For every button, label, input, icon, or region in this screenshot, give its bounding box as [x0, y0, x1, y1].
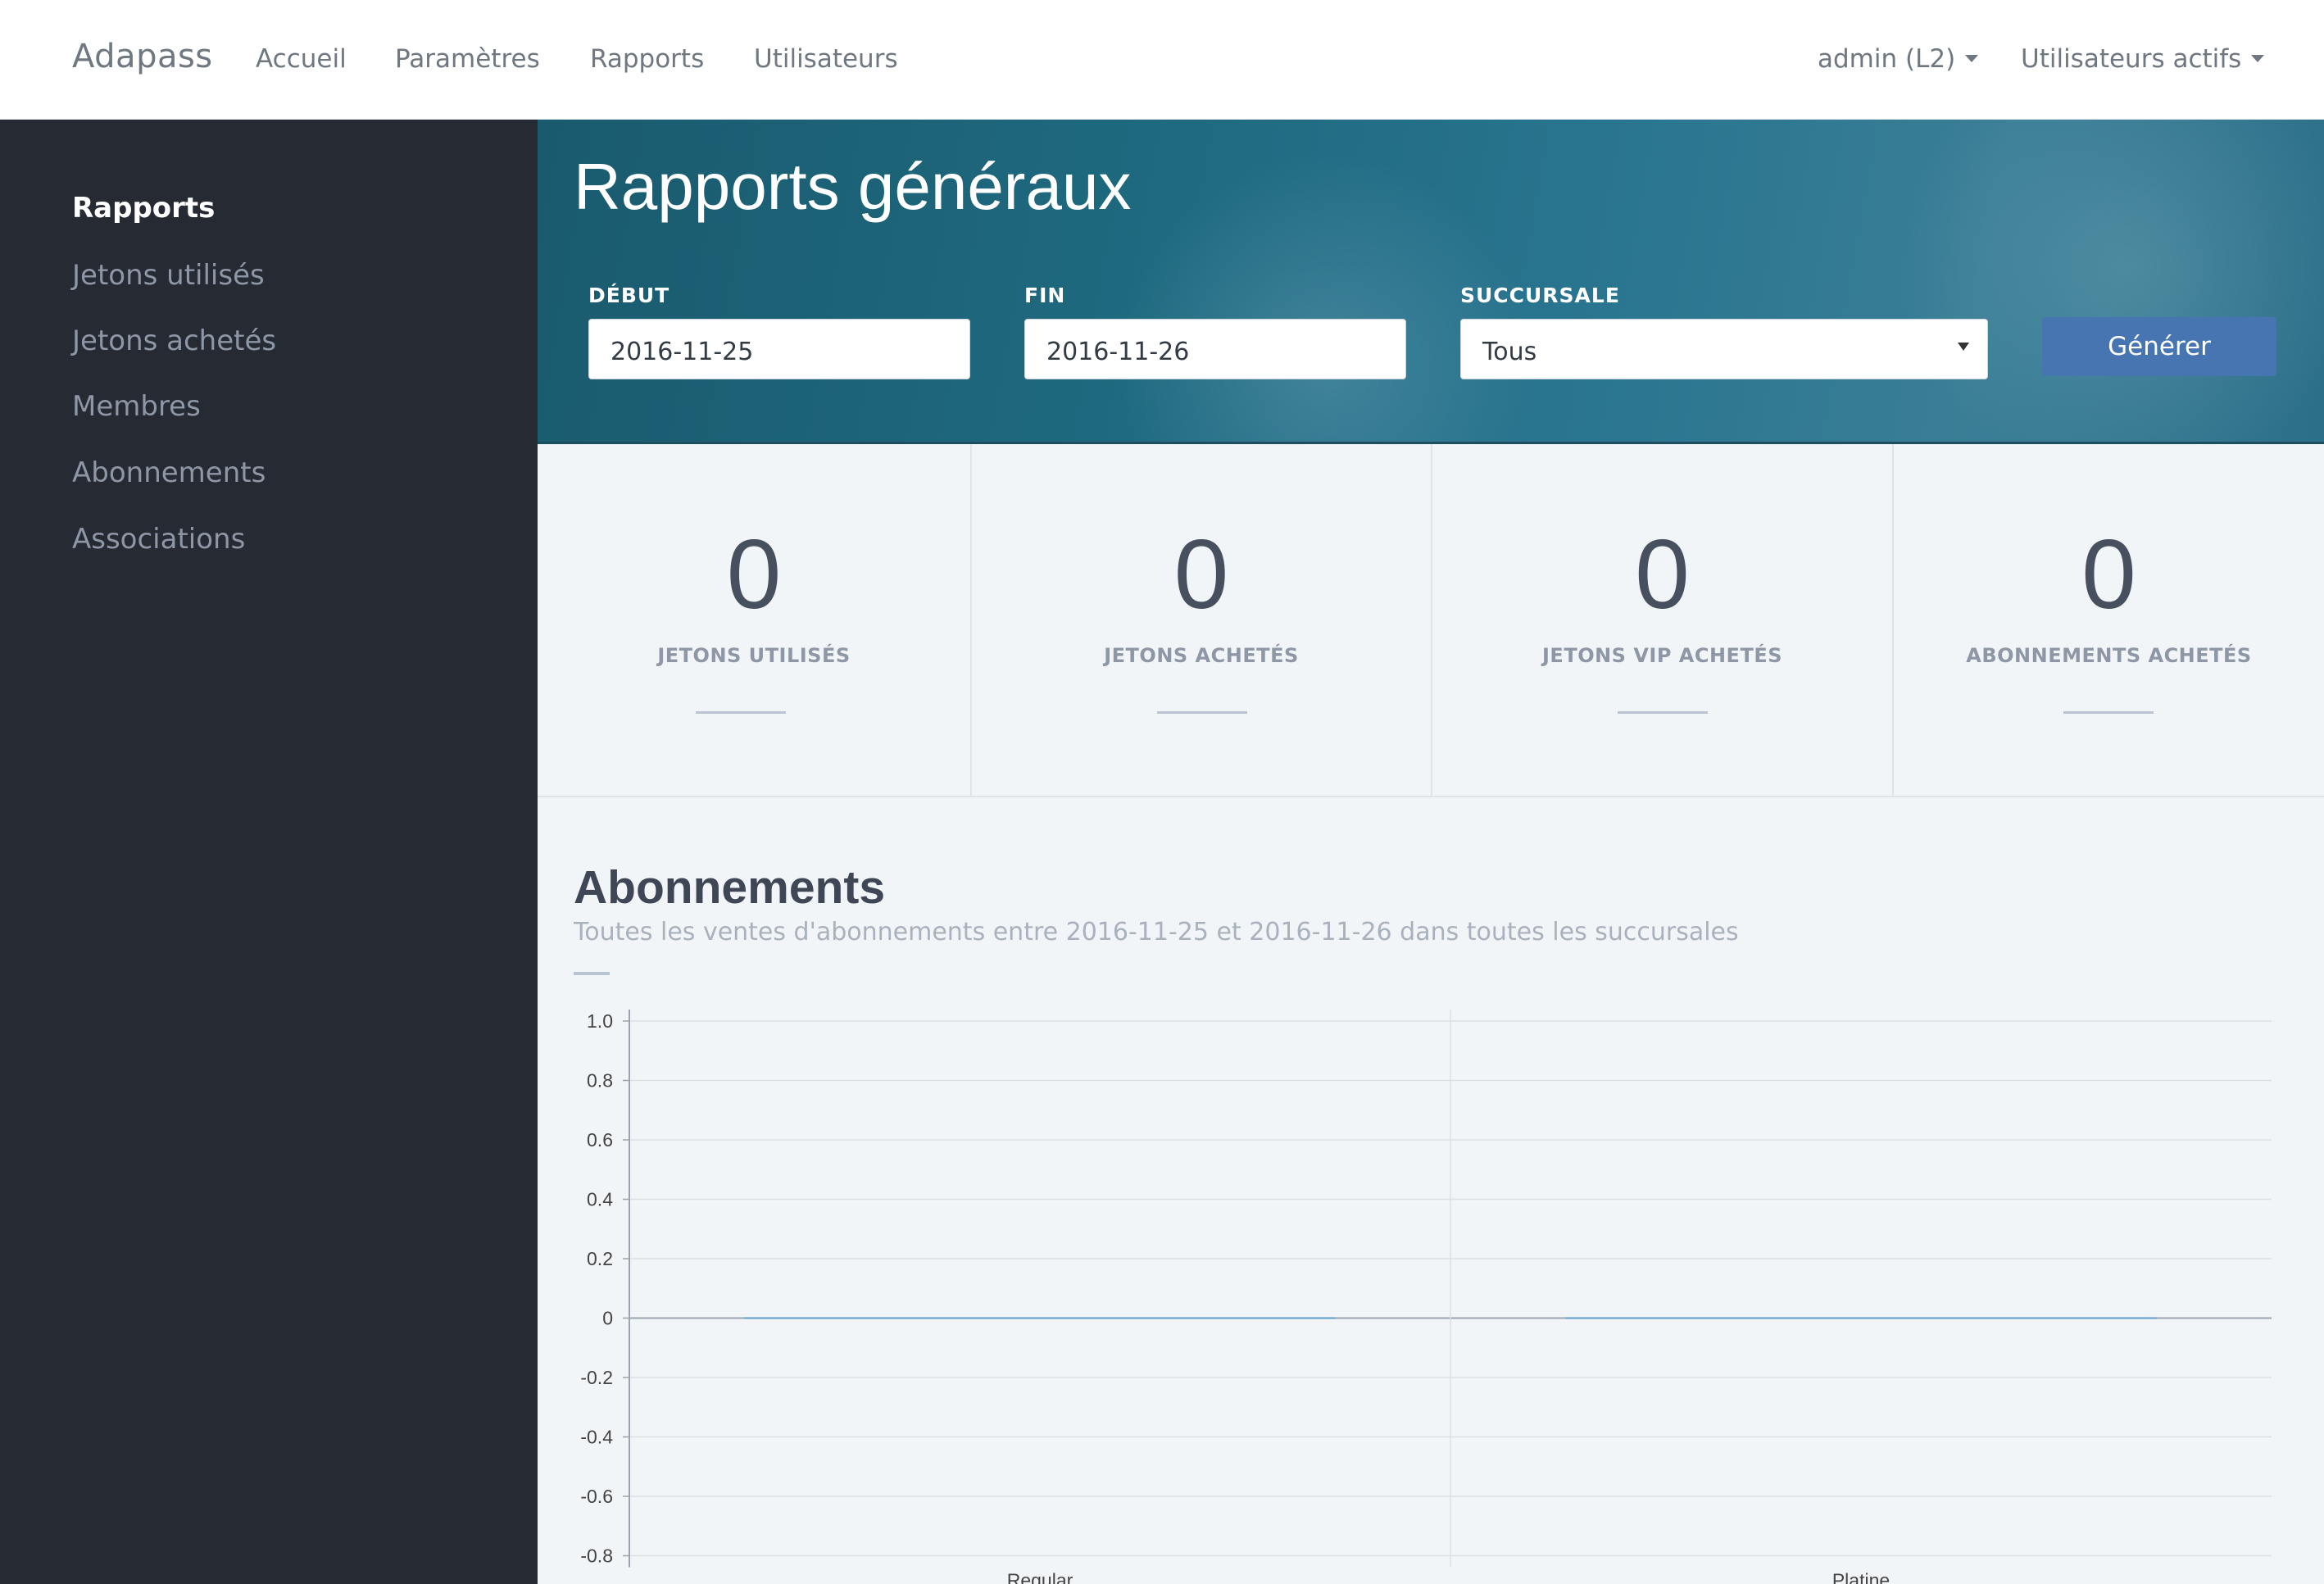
y-tick-label: -0.6: [580, 1486, 613, 1507]
generate-button[interactable]: Générer: [2042, 317, 2276, 376]
end-date-input[interactable]: 2016-11-26: [1024, 319, 1406, 379]
y-tick-label: 0.4: [587, 1189, 613, 1210]
select-arrow-icon: [1958, 343, 1969, 351]
sidebar-item-membres[interactable]: Membres: [72, 390, 201, 423]
sidebar-item-jetons-achetes[interactable]: Jetons achetés: [72, 325, 276, 357]
stat-value: 0: [1173, 520, 1229, 629]
stat-label: JETONS ACHETÉS: [1104, 644, 1299, 667]
nav-item-utilisateurs[interactable]: Utilisateurs: [754, 44, 898, 74]
y-tick-label: 1.0: [587, 1010, 613, 1032]
nav-item-accueil[interactable]: Accueil: [256, 44, 347, 74]
x-tick-label: Regular: [1007, 1570, 1073, 1584]
bar-platine: [1565, 1317, 2157, 1319]
page-title: Rapports généraux: [574, 150, 1132, 223]
stat-label: JETONS VIP ACHETÉS: [1542, 644, 1782, 667]
y-tick-label: -0.8: [580, 1545, 613, 1567]
start-date-label: DÉBUT: [588, 284, 670, 307]
sidebar: Rapports Jetons utilisés Jetons achetés …: [0, 120, 538, 1584]
nav-item-rapports[interactable]: Rapports: [590, 44, 704, 74]
active-users-label: Utilisateurs actifs: [2021, 44, 2242, 74]
start-date-input[interactable]: 2016-11-25: [588, 319, 970, 379]
y-tick-label: -0.2: [580, 1367, 613, 1388]
section-divider: [574, 972, 610, 975]
nav-item-parametres[interactable]: Paramètres: [395, 44, 540, 74]
subscriptions-bar-chart: 1.0 0.8 0.6 0.4 0.2 0 -0.2 -0.4 -0.6 -0.8 Regular P…: [580, 1010, 2272, 1584]
stat-label: ABONNEMENTS ACHETÉS: [1966, 644, 2252, 667]
sidebar-item-jetons-utilises[interactable]: Jetons utilisés: [72, 259, 265, 292]
sidebar-item-rapports[interactable]: Rapports: [72, 192, 215, 225]
stat-divider: [696, 711, 786, 714]
user-menu-dropdown[interactable]: admin (L2): [1818, 44, 1979, 74]
section-title: Abonnements: [574, 861, 886, 914]
stat-value: 0: [2081, 520, 2136, 629]
x-tick-label: Platine: [1832, 1570, 1890, 1584]
sidebar-item-associations[interactable]: Associations: [72, 523, 245, 556]
stat-divider: [2063, 711, 2154, 714]
stat-value: 0: [726, 520, 782, 629]
y-tick-label: 0: [602, 1308, 613, 1329]
report-filter-banner: Rapports généraux DÉBUT 2016-11-25 FIN 2…: [538, 120, 2324, 444]
y-tick-label: 0.8: [587, 1070, 613, 1092]
stat-jetons-achetes: 0 JETONS ACHETÉS: [972, 444, 1432, 796]
user-menu-label: admin (L2): [1818, 44, 1956, 74]
stat-divider: [1618, 711, 1708, 714]
active-users-dropdown[interactable]: Utilisateurs actifs: [2021, 44, 2265, 74]
stat-divider: [1157, 711, 1247, 714]
stat-jetons-vip-achetes: 0 JETONS VIP ACHETÉS: [1432, 444, 1894, 796]
branch-select[interactable]: Tous: [1460, 319, 1988, 379]
y-tick-label: -0.4: [580, 1427, 613, 1448]
branch-select-value: Tous: [1482, 338, 1537, 366]
stat-label: JETONS UTILISÉS: [657, 644, 851, 667]
y-tick-label: 0.6: [587, 1129, 613, 1151]
brand-logo[interactable]: Adapass: [72, 38, 213, 75]
y-tick-label: 0.2: [587, 1248, 613, 1269]
stat-jetons-utilises: 0 JETONS UTILISÉS: [538, 444, 972, 796]
bar-regular: [744, 1317, 1336, 1319]
stat-abonnements-achetes: 0 ABONNEMENTS ACHETÉS: [1894, 444, 2324, 796]
caret-down-icon: [2251, 55, 2265, 62]
end-date-label: FIN: [1024, 284, 1066, 307]
section-subtitle: Toutes les ventes d'abonnements entre 20…: [574, 918, 1739, 946]
stat-value: 0: [1635, 520, 1690, 629]
branch-label: SUCCURSALE: [1460, 284, 1620, 307]
sidebar-item-abonnements[interactable]: Abonnements: [72, 456, 266, 489]
stats-row: 0 JETONS UTILISÉS 0 JETONS ACHETÉS 0 JET…: [538, 444, 2324, 797]
top-navbar: Adapass Accueil Paramètres Rapports Util…: [0, 0, 2324, 120]
caret-down-icon: [1965, 55, 1979, 62]
